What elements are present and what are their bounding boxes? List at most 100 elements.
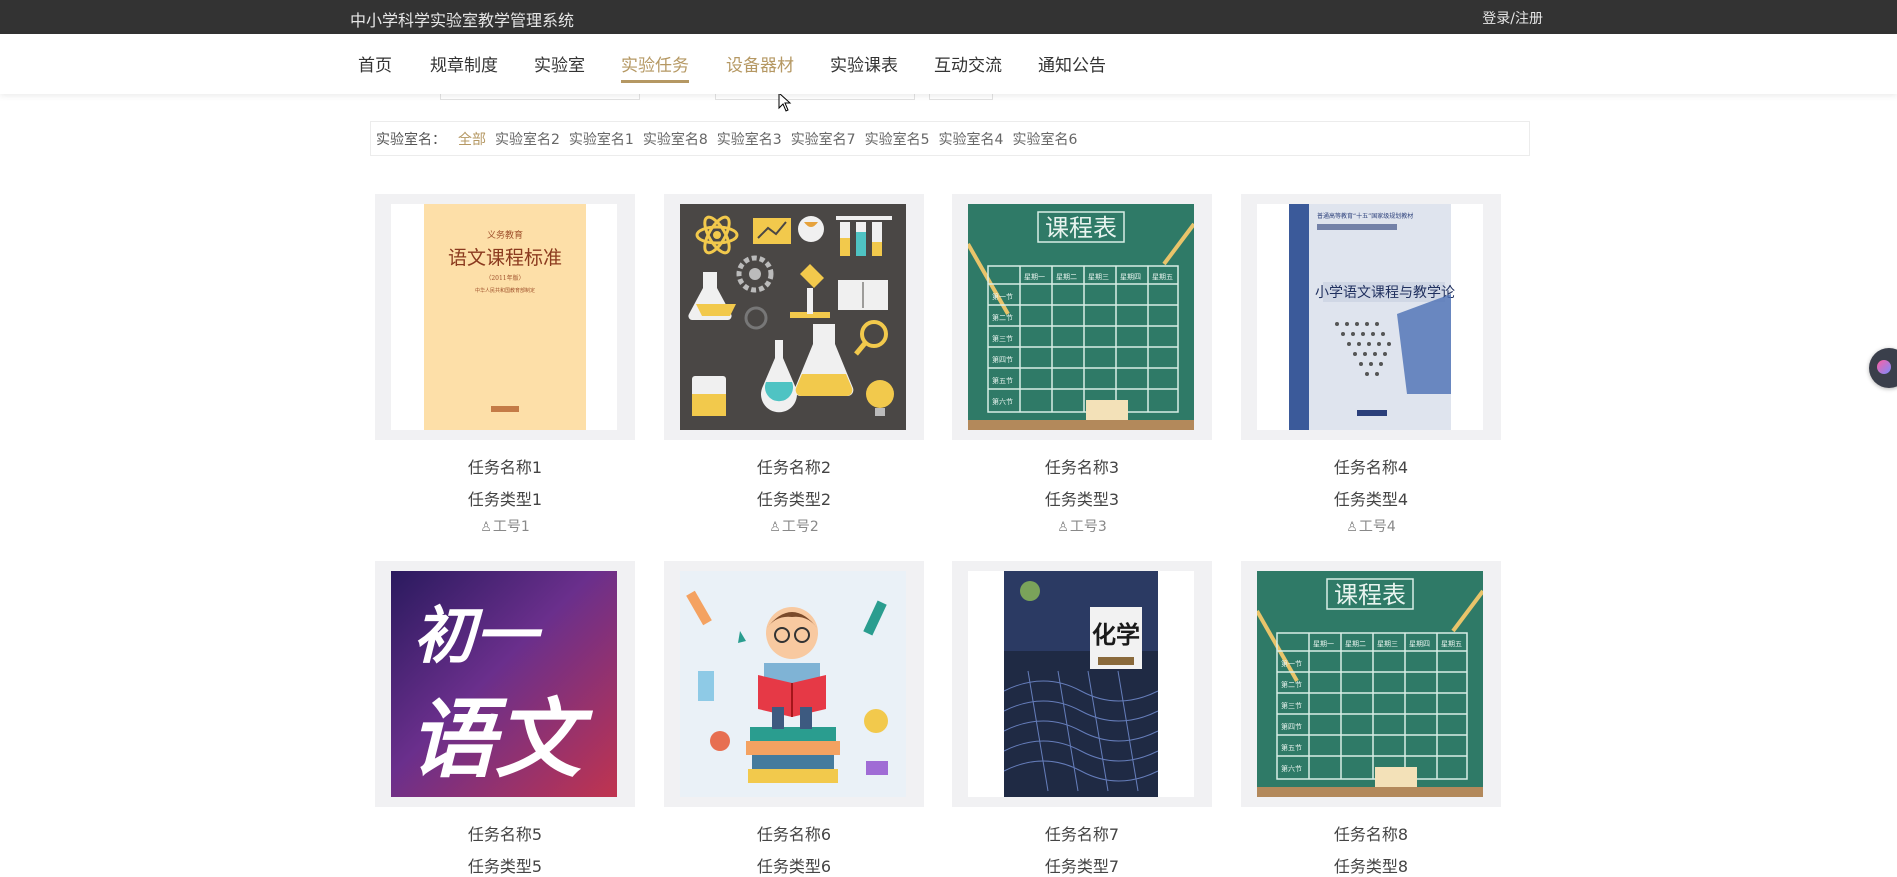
task-card[interactable]: 初一 语文 任务名称5 任务类型5	[375, 561, 635, 877]
svg-text:第一节: 第一节	[992, 292, 1013, 301]
svg-text:第五节: 第五节	[1281, 743, 1302, 752]
book-publisher-text: 中华人民共和国教育部制定	[475, 287, 535, 294]
task-name[interactable]: 任务名称2	[664, 454, 924, 478]
top-bar: 中小学科学实验室教学管理系统 登录/注册	[0, 0, 1897, 34]
book-sub-text: （2011年版）	[485, 274, 524, 282]
user-icon: ♙	[769, 520, 781, 535]
svg-text:星期五: 星期五	[1152, 273, 1173, 281]
task-type: 任务类型2	[756, 490, 832, 509]
lab-filter-bar: 实验室名： 全部 实验室名2 实验室名1 实验室名8 实验室名3 实验室名7 实…	[370, 121, 1530, 156]
card-image-frame[interactable]: 初一 语文	[375, 561, 635, 807]
filter-option[interactable]: 实验室名8	[643, 129, 708, 149]
task-card[interactable]: 任务名称2 任务类型2 ♙工号2	[664, 194, 924, 536]
user-icon: ♙	[480, 520, 492, 535]
nav-equipment[interactable]: 设备器材	[726, 51, 794, 76]
nav-laboratory[interactable]: 实验室	[534, 51, 585, 76]
card-image-frame[interactable]	[664, 194, 924, 440]
svg-text:星期三: 星期三	[1088, 273, 1109, 281]
nav-home[interactable]: 首页	[358, 51, 392, 76]
task-type: 任务类型7	[1044, 857, 1120, 876]
task-card[interactable]: 普通高等教育“十五”国家级规划教材 小学语文课程与教学论 任务名称4 任务类型4…	[1241, 194, 1501, 536]
task-image-reading-boy[interactable]	[680, 571, 906, 797]
book-series-text: 普通高等教育“十五”国家级规划教材	[1317, 212, 1413, 220]
svg-text:星期二: 星期二	[1056, 273, 1077, 281]
task-image-book-cover[interactable]: 义务教育 语文课程标准 （2011年版） 中华人民共和国教育部制定	[391, 204, 617, 430]
svg-text:星期二: 星期二	[1345, 640, 1366, 648]
task-worker: ♙工号1	[480, 519, 530, 535]
nav-interaction[interactable]: 互动交流	[934, 51, 1002, 76]
card-image-frame[interactable]	[664, 561, 924, 807]
main-nav: 首页 规章制度 实验室 实验任务 设备器材 实验课表 互动交流 通知公告	[0, 34, 1897, 94]
filter-option[interactable]: 实验室名1	[569, 129, 634, 149]
card-image-frame[interactable]: 课程表 星期一 星期二 星期三 星期四 星期五 第一节第二节 第三节第四节	[1241, 561, 1501, 807]
task-image-chemistry-cover[interactable]: 化学	[968, 571, 1194, 797]
floating-assistant-button[interactable]	[1869, 348, 1897, 388]
svg-text:第四节: 第四节	[1281, 722, 1302, 731]
task-type: 任务类型5	[467, 857, 543, 876]
task-image-chalkboard[interactable]: 课程表 星期一 星期二 星期三 星期四 星期五 第一节第二节 第三节第四节	[1257, 571, 1483, 797]
nav-experiment-tasks[interactable]: 实验任务	[621, 51, 689, 83]
svg-text:第六节: 第六节	[1281, 764, 1302, 773]
card-image-frame[interactable]: 化学	[952, 561, 1212, 807]
task-card[interactable]: 化学 任务名称7 任务类型7	[952, 561, 1212, 877]
task-image-book-cover[interactable]: 普通高等教育“十五”国家级规划教材 小学语文课程与教学论	[1257, 204, 1483, 430]
user-icon: ♙	[1346, 520, 1358, 535]
site-title: 中小学科学实验室教学管理系统	[350, 11, 575, 30]
task-card[interactable]: 课程表 星期一 星期二 星期三 星期四 星期五 第一节第二节 第三节第四节	[1241, 561, 1501, 877]
task-image-chinese-cover[interactable]: 初一 语文	[391, 571, 617, 797]
svg-text:第一节: 第一节	[1281, 659, 1302, 668]
task-image-science-icons[interactable]	[680, 204, 906, 430]
task-name[interactable]: 任务名称3	[952, 454, 1212, 478]
cover-line-2: 语文	[409, 690, 594, 790]
task-image-chalkboard[interactable]: 课程表 星期一 星期二 星期三 星期四 星期五 第一节第二节 第三节第四节	[968, 204, 1194, 430]
card-image-frame[interactable]: 普通高等教育“十五”国家级规划教材 小学语文课程与教学论	[1241, 194, 1501, 440]
task-type: 任务类型4	[1333, 490, 1409, 509]
book-title-text: 小学语文课程与教学论	[1315, 285, 1455, 301]
book-title-text: 语文课程标准	[448, 247, 562, 269]
task-name[interactable]: 任务名称4	[1241, 454, 1501, 478]
card-image-frame[interactable]: 课程表 星期一 星期二 星期三 星期四 星期五 第一节第二节 第三节第四节	[952, 194, 1212, 440]
task-name[interactable]: 任务名称7	[952, 821, 1212, 845]
svg-text:第三节: 第三节	[992, 334, 1013, 343]
filter-option[interactable]: 实验室名3	[717, 129, 782, 149]
assistant-icon	[1877, 360, 1891, 374]
nav-regulations[interactable]: 规章制度	[430, 51, 498, 76]
task-worker: ♙工号4	[1346, 519, 1396, 535]
filter-option[interactable]: 实验室名4	[939, 129, 1004, 149]
task-name[interactable]: 任务名称8	[1241, 821, 1501, 845]
svg-text:第二节: 第二节	[992, 313, 1013, 322]
card-image-frame[interactable]: 义务教育 语文课程标准 （2011年版） 中华人民共和国教育部制定	[375, 194, 635, 440]
task-card[interactable]: 课程表 星期一 星期二 星期三 星期四 星期五 第一节第二节 第三节第四节	[952, 194, 1212, 536]
filter-option-all[interactable]: 全部	[458, 129, 486, 149]
svg-text:第六节: 第六节	[992, 397, 1013, 406]
task-type: 任务类型8	[1333, 857, 1409, 876]
task-name[interactable]: 任务名称5	[375, 821, 635, 845]
login-register-link[interactable]: 登录/注册	[1482, 8, 1543, 28]
nav-schedule[interactable]: 实验课表	[830, 51, 898, 76]
filter-option[interactable]: 实验室名5	[865, 129, 930, 149]
task-name[interactable]: 任务名称1	[375, 454, 635, 478]
book-top-text: 义务教育	[487, 229, 523, 241]
task-type: 任务类型6	[756, 857, 832, 876]
task-name[interactable]: 任务名称6	[664, 821, 924, 845]
task-worker: ♙工号2	[769, 519, 819, 535]
cover-line-1: 初一	[413, 599, 543, 672]
filter-option[interactable]: 实验室名2	[495, 129, 560, 149]
task-type: 任务类型3	[1044, 490, 1120, 509]
svg-text:星期三: 星期三	[1377, 640, 1398, 648]
nav-notices[interactable]: 通知公告	[1038, 51, 1106, 76]
chalkboard-title: 课程表	[1045, 214, 1117, 242]
svg-text:星期四: 星期四	[1120, 273, 1141, 281]
svg-text:第五节: 第五节	[992, 376, 1013, 385]
svg-text:第三节: 第三节	[1281, 701, 1302, 710]
chalkboard-title: 课程表	[1334, 581, 1406, 609]
task-type: 任务类型1	[467, 490, 543, 509]
svg-text:星期五: 星期五	[1441, 640, 1462, 648]
task-card[interactable]: 义务教育 语文课程标准 （2011年版） 中华人民共和国教育部制定 任务名称1 …	[375, 194, 635, 536]
svg-text:星期一: 星期一	[1313, 640, 1334, 648]
svg-text:第四节: 第四节	[992, 355, 1013, 364]
task-card[interactable]: 任务名称6 任务类型6	[664, 561, 924, 877]
svg-text:第二节: 第二节	[1281, 680, 1302, 689]
filter-option[interactable]: 实验室名6	[1012, 129, 1077, 149]
filter-option[interactable]: 实验室名7	[791, 129, 856, 149]
